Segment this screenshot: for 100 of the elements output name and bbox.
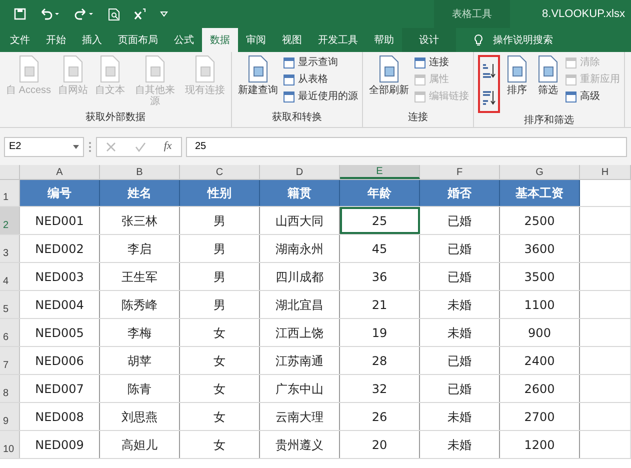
table-cell: 未婚 (420, 291, 500, 318)
group-label: 排序和筛选 (523, 114, 576, 128)
check-icon[interactable] (134, 142, 146, 152)
table-cell: 男 (180, 263, 260, 290)
save-icon[interactable] (14, 8, 26, 20)
column-header[interactable]: C (180, 165, 260, 179)
ribbon-button[interactable]: 新建查询 (236, 55, 280, 110)
table-cell: NED006 (20, 347, 100, 374)
table-cell: 张三林 (100, 207, 180, 234)
small-command-icon (414, 74, 426, 86)
table-cell: 王生军 (100, 263, 180, 290)
ribbon-tab[interactable]: 文件 (2, 28, 38, 52)
ribbon-tab[interactable]: 设计 (402, 28, 456, 52)
table-cell: 未婚 (420, 431, 500, 458)
document-icon (246, 55, 270, 83)
table-cell: NED005 (20, 319, 100, 346)
sort-ascending-icon[interactable] (482, 62, 496, 78)
table-cell: 陈青 (100, 375, 180, 402)
ribbon-button[interactable]: 最近使用的源 (283, 90, 358, 104)
table-cell: NED004 (20, 291, 100, 318)
table-cell: 26 (340, 403, 420, 430)
insert-function-button[interactable]: fx (164, 138, 172, 155)
column-header[interactable]: F (420, 165, 500, 179)
table-cell: 江苏南通 (260, 347, 340, 374)
column-header[interactable]: B (100, 165, 180, 179)
table-header-cell: 婚否 (420, 180, 500, 206)
row-header[interactable]: 10 (0, 431, 20, 458)
table-cell: 女 (180, 431, 260, 458)
ribbon-button[interactable]: 全部刷新 (367, 55, 412, 110)
small-command-icon (283, 74, 296, 86)
row-header[interactable]: 7 (0, 347, 20, 374)
ribbon-tab[interactable]: 数据 (202, 28, 238, 52)
table-cell: NED003 (20, 263, 100, 290)
document-icon (143, 55, 168, 83)
table-header-cell: 年龄 (340, 180, 420, 206)
search-field[interactable]: 操作说明搜索 (493, 32, 553, 48)
table-cell: 20 (340, 431, 420, 458)
document-icon (193, 55, 218, 83)
table-cell: 未婚 (420, 319, 500, 346)
dropdown-icon (73, 144, 79, 148)
lightbulb-icon (474, 34, 483, 46)
column-header[interactable]: A (20, 165, 100, 179)
table-cell: 男 (180, 291, 260, 318)
row-header[interactable]: 1 (0, 180, 20, 206)
table-cell: 女 (180, 319, 260, 346)
window-title: 8.VLOOKUP.xlsx (542, 6, 625, 22)
group-label: 获取和转换 (271, 110, 324, 125)
document-icon (377, 55, 402, 83)
table-cell: 已婚 (420, 207, 500, 234)
table-cell: 2700 (500, 403, 580, 430)
ribbon-tab[interactable]: 视图 (274, 28, 310, 52)
ribbon-button[interactable]: 筛选 (534, 55, 562, 113)
table-cell: 36 (340, 263, 420, 290)
row-header[interactable]: 2 (0, 207, 20, 234)
ribbon-tab[interactable]: 开发工具 (310, 28, 366, 52)
formula-field[interactable]: 25 (186, 136, 627, 156)
ribbon-button[interactable]: 显示查询 (283, 56, 358, 70)
redo-icon[interactable] (74, 8, 94, 20)
table-cell: 2600 (500, 375, 580, 402)
table-cell: 广东中山 (260, 375, 340, 402)
table-cell: 2400 (500, 347, 580, 374)
table-cell: 山西大同 (260, 207, 340, 234)
ribbon-tab[interactable]: 审阅 (238, 28, 274, 52)
grip-icon (88, 140, 92, 152)
row-header[interactable]: 5 (0, 291, 20, 318)
group-label: 连接 (407, 110, 430, 125)
undo-icon[interactable] (40, 8, 60, 20)
ribbon-tab[interactable]: 帮助 (366, 28, 402, 52)
table-cell: 高妲儿 (100, 431, 180, 458)
row-header[interactable]: 6 (0, 319, 20, 346)
small-command-icon (565, 91, 578, 103)
group-label: 获取外部数据 (84, 110, 146, 125)
table-cell: NED008 (20, 403, 100, 430)
table-cell: 25 (340, 207, 420, 234)
small-command-icon (414, 91, 426, 103)
ribbon-tab[interactable]: 公式 (166, 28, 202, 52)
row-header[interactable]: 4 (0, 263, 20, 290)
ribbon-tab[interactable]: 开始 (38, 28, 74, 52)
sort-descending-icon[interactable] (482, 90, 496, 106)
row-header[interactable]: 3 (0, 235, 20, 262)
ribbon-button[interactable]: 从表格 (283, 73, 358, 87)
table-cell: 刘思燕 (100, 403, 180, 430)
column-header[interactable]: G (500, 165, 580, 179)
name-box[interactable]: E2 (4, 136, 84, 156)
table-cell: 45 (340, 235, 420, 262)
superscript-icon[interactable] (134, 8, 146, 20)
ribbon-button[interactable]: 高级 (565, 90, 620, 104)
row-header[interactable]: 9 (0, 403, 20, 430)
ribbon-tab[interactable]: 页面布局 (110, 28, 166, 52)
row-header[interactable]: 8 (0, 375, 20, 402)
print-preview-icon[interactable] (108, 8, 120, 20)
table-cell: 未婚 (420, 403, 500, 430)
ribbon-tab[interactable]: 插入 (74, 28, 110, 52)
ribbon-button[interactable]: 排序 (503, 55, 532, 113)
ribbon-button[interactable]: 连接 (414, 56, 470, 70)
column-header[interactable]: E (340, 165, 420, 179)
customize-icon[interactable] (160, 11, 168, 17)
table-header-cell: 编号 (20, 180, 100, 206)
table-header-cell: 基本工资 (500, 180, 580, 206)
column-header[interactable]: H (580, 165, 631, 179)
